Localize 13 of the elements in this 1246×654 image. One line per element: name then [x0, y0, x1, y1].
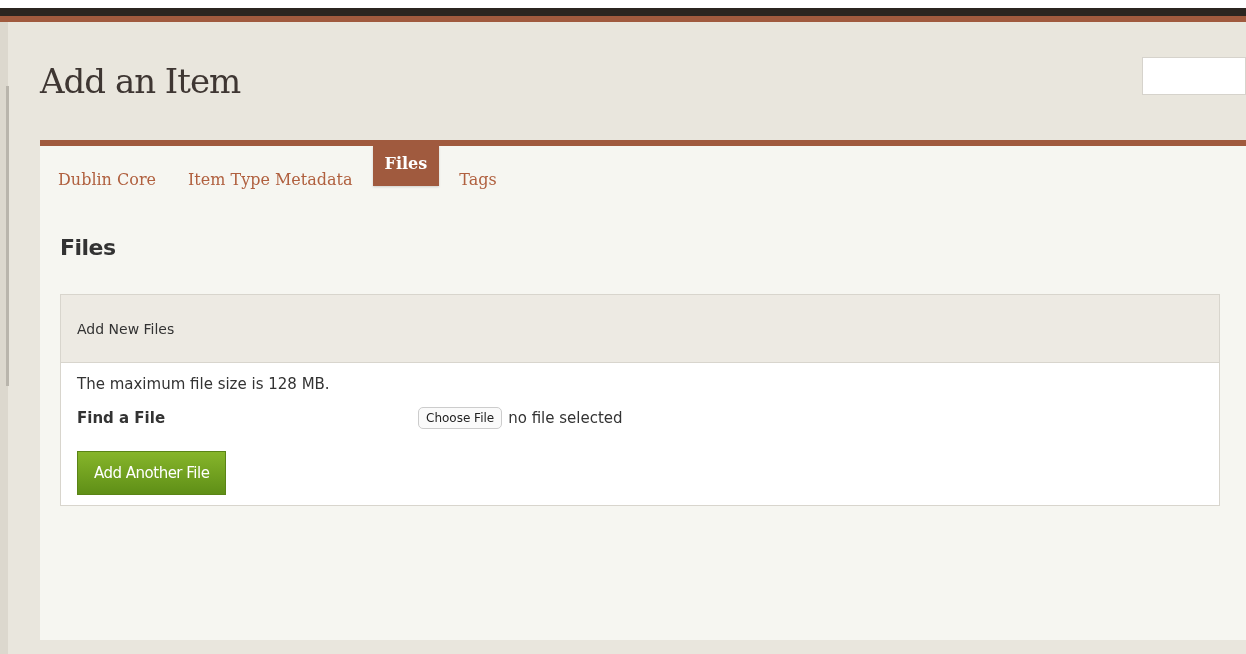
field-label: Find a File: [77, 409, 167, 427]
page-title: Add an Item: [40, 61, 241, 101]
add-file-button[interactable]: Add Another File: [77, 451, 227, 495]
search-field[interactable]: [1142, 57, 1246, 95]
choose-file-button[interactable]: Choose File: [418, 407, 503, 429]
tab[interactable]: Files: [372, 146, 440, 186]
tab[interactable]: Tags: [447, 146, 509, 213]
tab[interactable]: Dublin Core: [46, 146, 168, 213]
section-heading: Files: [60, 235, 117, 260]
file-status: no file selected: [508, 409, 623, 427]
tab[interactable]: Item Type Metadata: [176, 146, 365, 213]
size-note: The maximum file size is 128 MB.: [77, 375, 331, 393]
panel-title: Add New Files: [77, 320, 175, 337]
